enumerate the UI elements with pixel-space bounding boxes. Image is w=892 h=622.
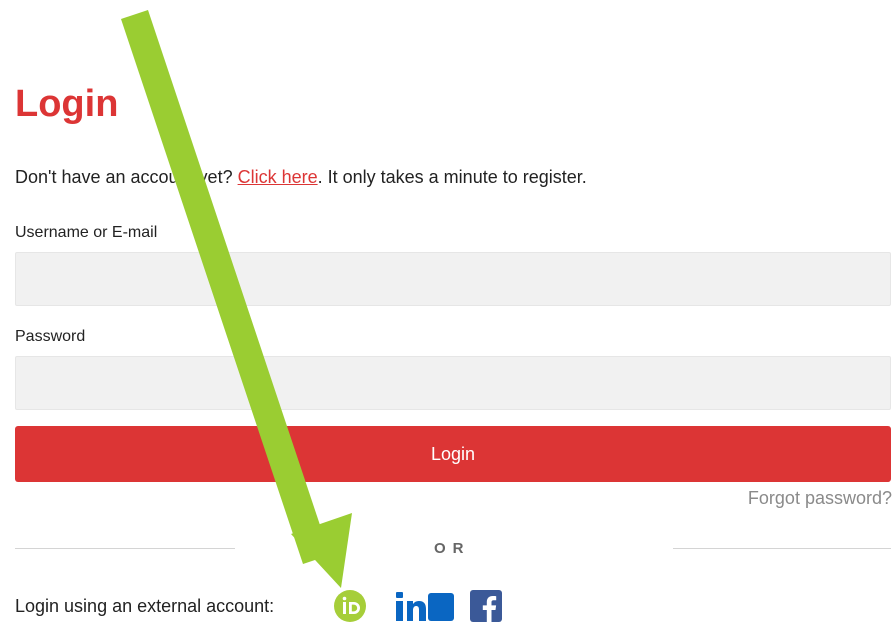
green-arrow-annotation — [121, 10, 352, 588]
divider-left — [15, 548, 235, 549]
register-link[interactable]: Click here — [238, 167, 318, 187]
facebook-icon[interactable] — [469, 589, 503, 622]
forgot-password-link[interactable]: Forgot password? — [748, 486, 892, 510]
register-prompt-suffix: . It only takes a minute to register. — [317, 167, 587, 187]
username-input[interactable] — [15, 252, 891, 306]
external-login-label: Login using an external account: — [15, 596, 275, 616]
page-title: Login — [15, 83, 119, 125]
username-label: Username or E-mail — [15, 224, 158, 241]
divider-right — [673, 548, 891, 549]
login-button[interactable]: Login — [15, 426, 891, 482]
login-page: Login Don't have an account yet? Click h… — [0, 0, 892, 622]
register-prompt: Don't have an account yet? Click here. I… — [15, 166, 587, 188]
linkedin-icon[interactable] — [396, 589, 456, 622]
or-separator: OR — [434, 540, 471, 557]
register-prompt-prefix: Don't have an account yet? — [15, 167, 238, 187]
password-label: Password — [15, 328, 86, 345]
password-input[interactable] — [15, 356, 891, 410]
orcid-icon[interactable] — [333, 589, 367, 622]
